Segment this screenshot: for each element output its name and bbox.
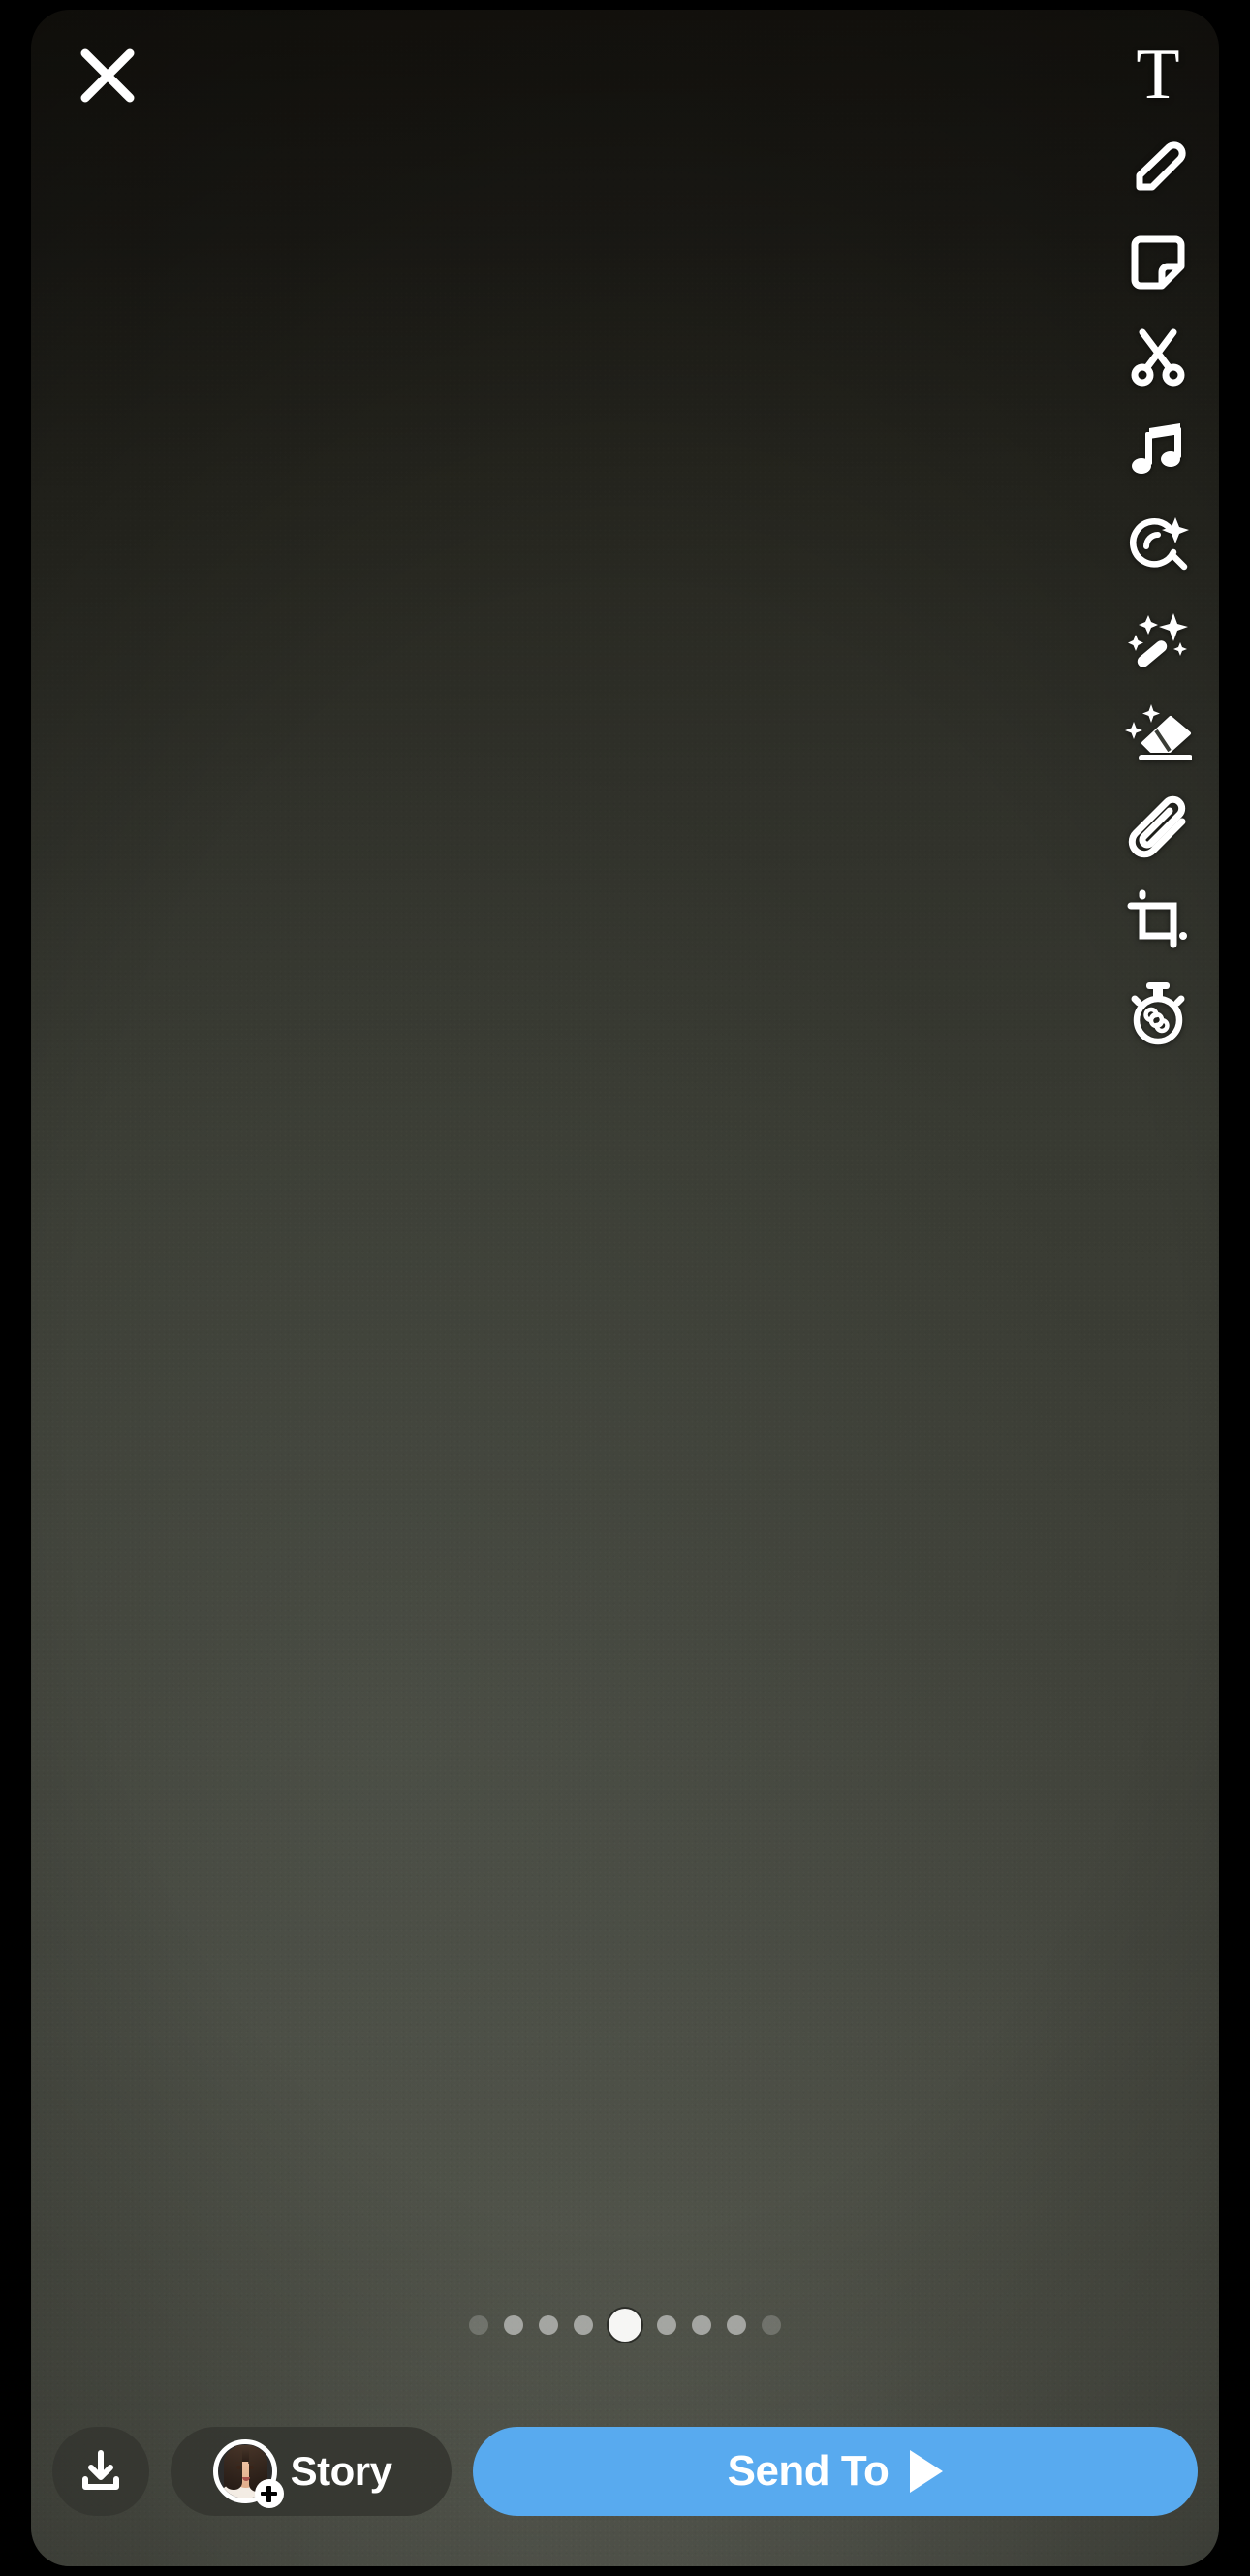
bottom-action-bar: Story Send To — [31, 2427, 1219, 2516]
download-save-icon — [82, 2450, 119, 2490]
send-arrow-icon — [910, 2450, 944, 2493]
text-t-icon: T — [1136, 34, 1180, 114]
save-button[interactable] — [52, 2427, 149, 2516]
scissors-icon — [1131, 328, 1185, 386]
photo-grain-overlay — [31, 10, 1219, 2566]
tool-rail: T — [1105, 27, 1211, 1061]
lens-star-icon — [1130, 516, 1189, 570]
page-dot[interactable] — [504, 2315, 523, 2335]
snap-photo-canvas[interactable] — [31, 10, 1219, 2566]
tool-stickers[interactable] — [1105, 215, 1211, 309]
story-button[interactable]: Story — [171, 2427, 452, 2516]
plus-badge-icon — [254, 2479, 284, 2508]
tool-lens-explorer[interactable] — [1105, 497, 1211, 591]
close-button[interactable] — [66, 34, 149, 117]
sticker-icon — [1131, 235, 1185, 289]
timer-infinity-icon — [1131, 981, 1185, 1044]
tool-magic-wand[interactable] — [1105, 591, 1211, 685]
story-label: Story — [290, 2448, 392, 2494]
page-dot[interactable] — [692, 2315, 711, 2335]
tool-attach-link[interactable] — [1105, 779, 1211, 873]
pencil-icon — [1136, 140, 1186, 190]
magic-wand-icon — [1128, 612, 1188, 667]
avatar — [212, 2439, 284, 2508]
music-note-icon — [1132, 422, 1181, 474]
send-to-label: Send To — [727, 2447, 890, 2495]
page-dot[interactable] — [469, 2315, 488, 2335]
tool-music[interactable] — [1105, 403, 1211, 497]
close-x-icon — [80, 48, 135, 103]
tool-crop[interactable] — [1105, 873, 1211, 967]
tool-magic-eraser[interactable] — [1105, 685, 1211, 779]
page-dot[interactable] — [657, 2315, 676, 2335]
crop-icon — [1127, 889, 1187, 947]
tool-draw[interactable] — [1105, 121, 1211, 215]
magic-eraser-icon — [1125, 703, 1192, 760]
page-dot[interactable] — [727, 2315, 746, 2335]
page-dot[interactable] — [574, 2315, 593, 2335]
tool-text[interactable]: T — [1105, 27, 1211, 121]
page-dot-active[interactable] — [609, 2309, 641, 2342]
tool-scissors[interactable] — [1105, 309, 1211, 403]
phone-screen-frame: T Story Send To — [31, 10, 1219, 2566]
tool-timer[interactable] — [1105, 967, 1211, 1061]
page-indicator — [31, 2309, 1219, 2342]
page-dot[interactable] — [539, 2315, 558, 2335]
paperclip-icon — [1128, 795, 1186, 857]
send-to-button[interactable]: Send To — [473, 2427, 1198, 2516]
page-dot[interactable] — [762, 2315, 781, 2335]
